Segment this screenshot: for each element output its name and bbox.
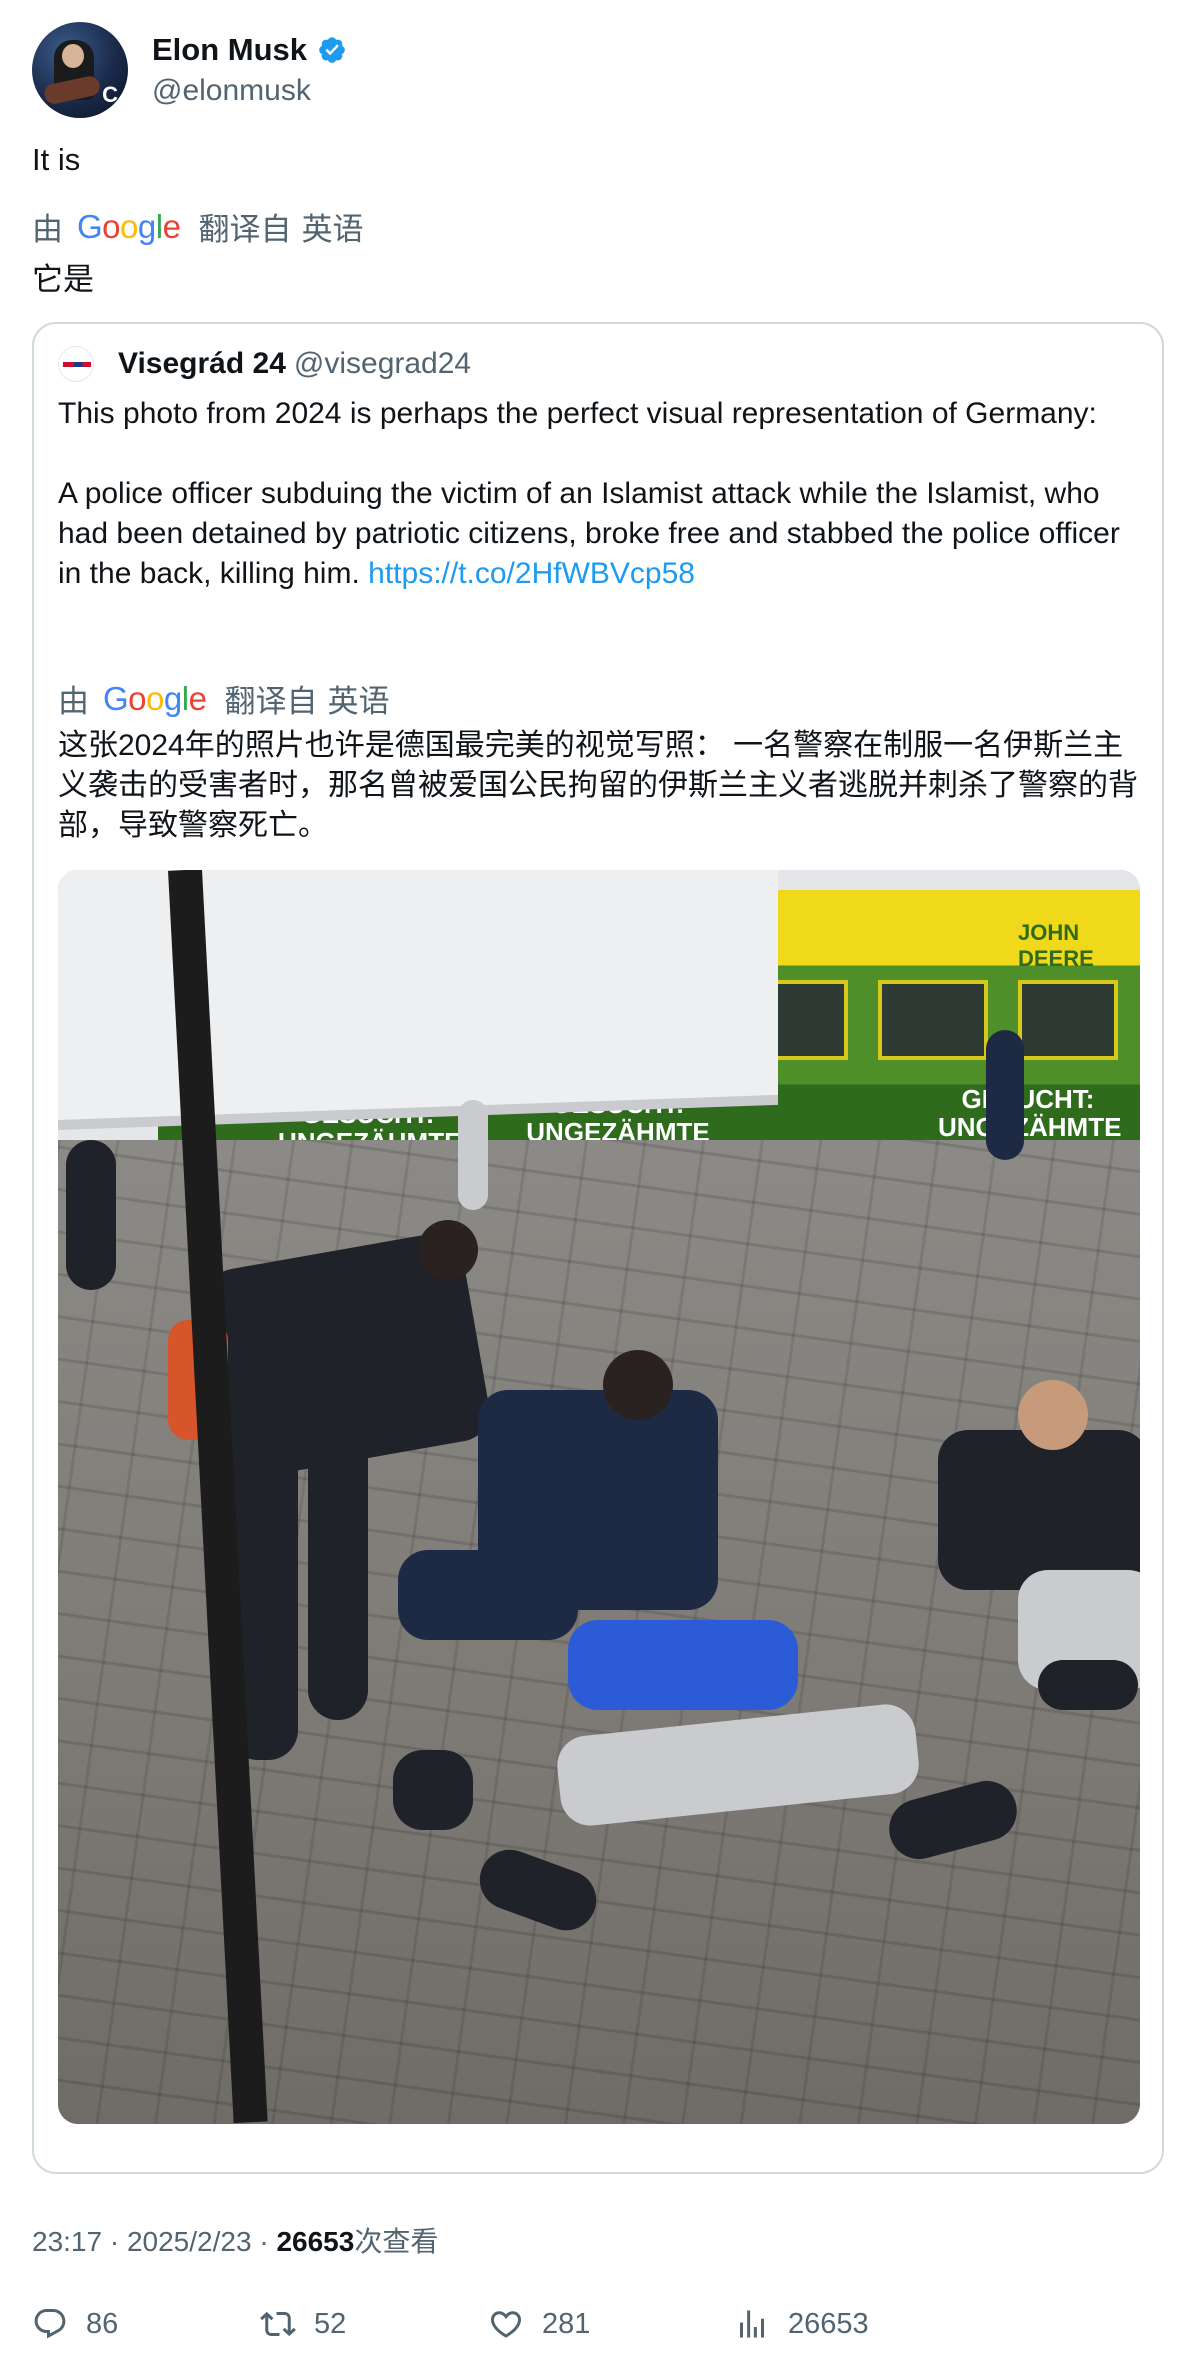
analytics-icon	[740, 2310, 764, 2338]
quoted-translated-text: 这张2024年的照片也许是德国最完美的视觉写照： 一名警察在制服一名伊斯兰主义袭…	[58, 729, 1138, 842]
tweet-page: C Elon Musk @elonmusk It is 由 Google 翻译自…	[0, 0, 1196, 2376]
quoted-tweet-link[interactable]: https://t.co/2HfWBVcp58	[368, 557, 695, 590]
quoted-translation-from-label: 翻译自	[224, 684, 318, 719]
translation-language: 英语	[301, 212, 364, 247]
heart-icon	[490, 2311, 522, 2338]
tweet-time[interactable]: 23:17	[32, 2226, 102, 2257]
tweet-photo[interactable]: JOHN DEERE GESUCHT: UNGEZÄHMTE POWER GES…	[58, 870, 1140, 2124]
reply-count: 86	[86, 2307, 119, 2340]
sign-board	[58, 870, 778, 1120]
reply-icon	[34, 2309, 66, 2339]
retweet-count: 52	[314, 2307, 347, 2340]
translation-attribution: 由 Google 翻译自 英语	[32, 204, 363, 249]
tweet-actions: 86 52 281 26653	[32, 2306, 1164, 2354]
translated-text: 它是	[32, 262, 94, 297]
translation-by-label: 由	[32, 212, 63, 247]
quoted-paragraph-1: This photo from 2024 is perhaps the perf…	[58, 397, 1097, 430]
quoted-tweet-card[interactable]: Visegrád 24 @visegrad24 This photo from …	[32, 322, 1164, 2174]
quoted-translation-by-label: 由	[58, 684, 89, 719]
retweet-button[interactable]: 52	[260, 2306, 346, 2342]
view-count: 26653	[276, 2226, 355, 2257]
quoted-paragraph-2: A police officer subduing the victim of …	[58, 477, 1120, 590]
verified-badge-icon	[319, 37, 345, 63]
quoted-author-name[interactable]: Visegrád 24	[118, 347, 286, 381]
quoted-translation-attribution: 由 Google 翻译自 英语	[58, 676, 389, 721]
google-logo: Google	[103, 679, 207, 717]
quoted-tweet-text: This photo from 2024 is perhaps the perf…	[58, 394, 1138, 594]
tram-logo-text: JOHN DEERE	[1018, 920, 1094, 971]
quoted-tweet-author: Visegrád 24 @visegrad24	[58, 346, 471, 382]
quoted-translation-language: 英语	[327, 684, 390, 719]
views-button[interactable]: 26653	[734, 2306, 869, 2342]
views-label: 次查看	[354, 2226, 439, 2257]
like-count: 281	[542, 2307, 591, 2340]
reply-button[interactable]: 86	[32, 2306, 118, 2342]
tweet-author: C Elon Musk @elonmusk	[32, 22, 347, 118]
tweet-text: It is	[32, 142, 81, 177]
google-logo: Google	[77, 207, 181, 245]
quoted-avatar[interactable]	[58, 346, 94, 382]
translation-from-label: 翻译自	[198, 212, 292, 247]
quoted-author-handle[interactable]: @visegrad24	[294, 347, 471, 381]
tweet-date[interactable]: 2025/2/23	[127, 2226, 252, 2257]
avatar[interactable]: C	[32, 22, 128, 118]
views-count: 26653	[788, 2307, 869, 2340]
like-button[interactable]: 281	[488, 2306, 590, 2342]
author-handle[interactable]: @elonmusk	[152, 74, 347, 108]
tweet-meta: 23:17 · 2025/2/23 · 26653次查看	[32, 2226, 439, 2257]
author-name[interactable]: Elon Musk	[152, 32, 307, 68]
retweet-icon	[260, 2311, 296, 2337]
